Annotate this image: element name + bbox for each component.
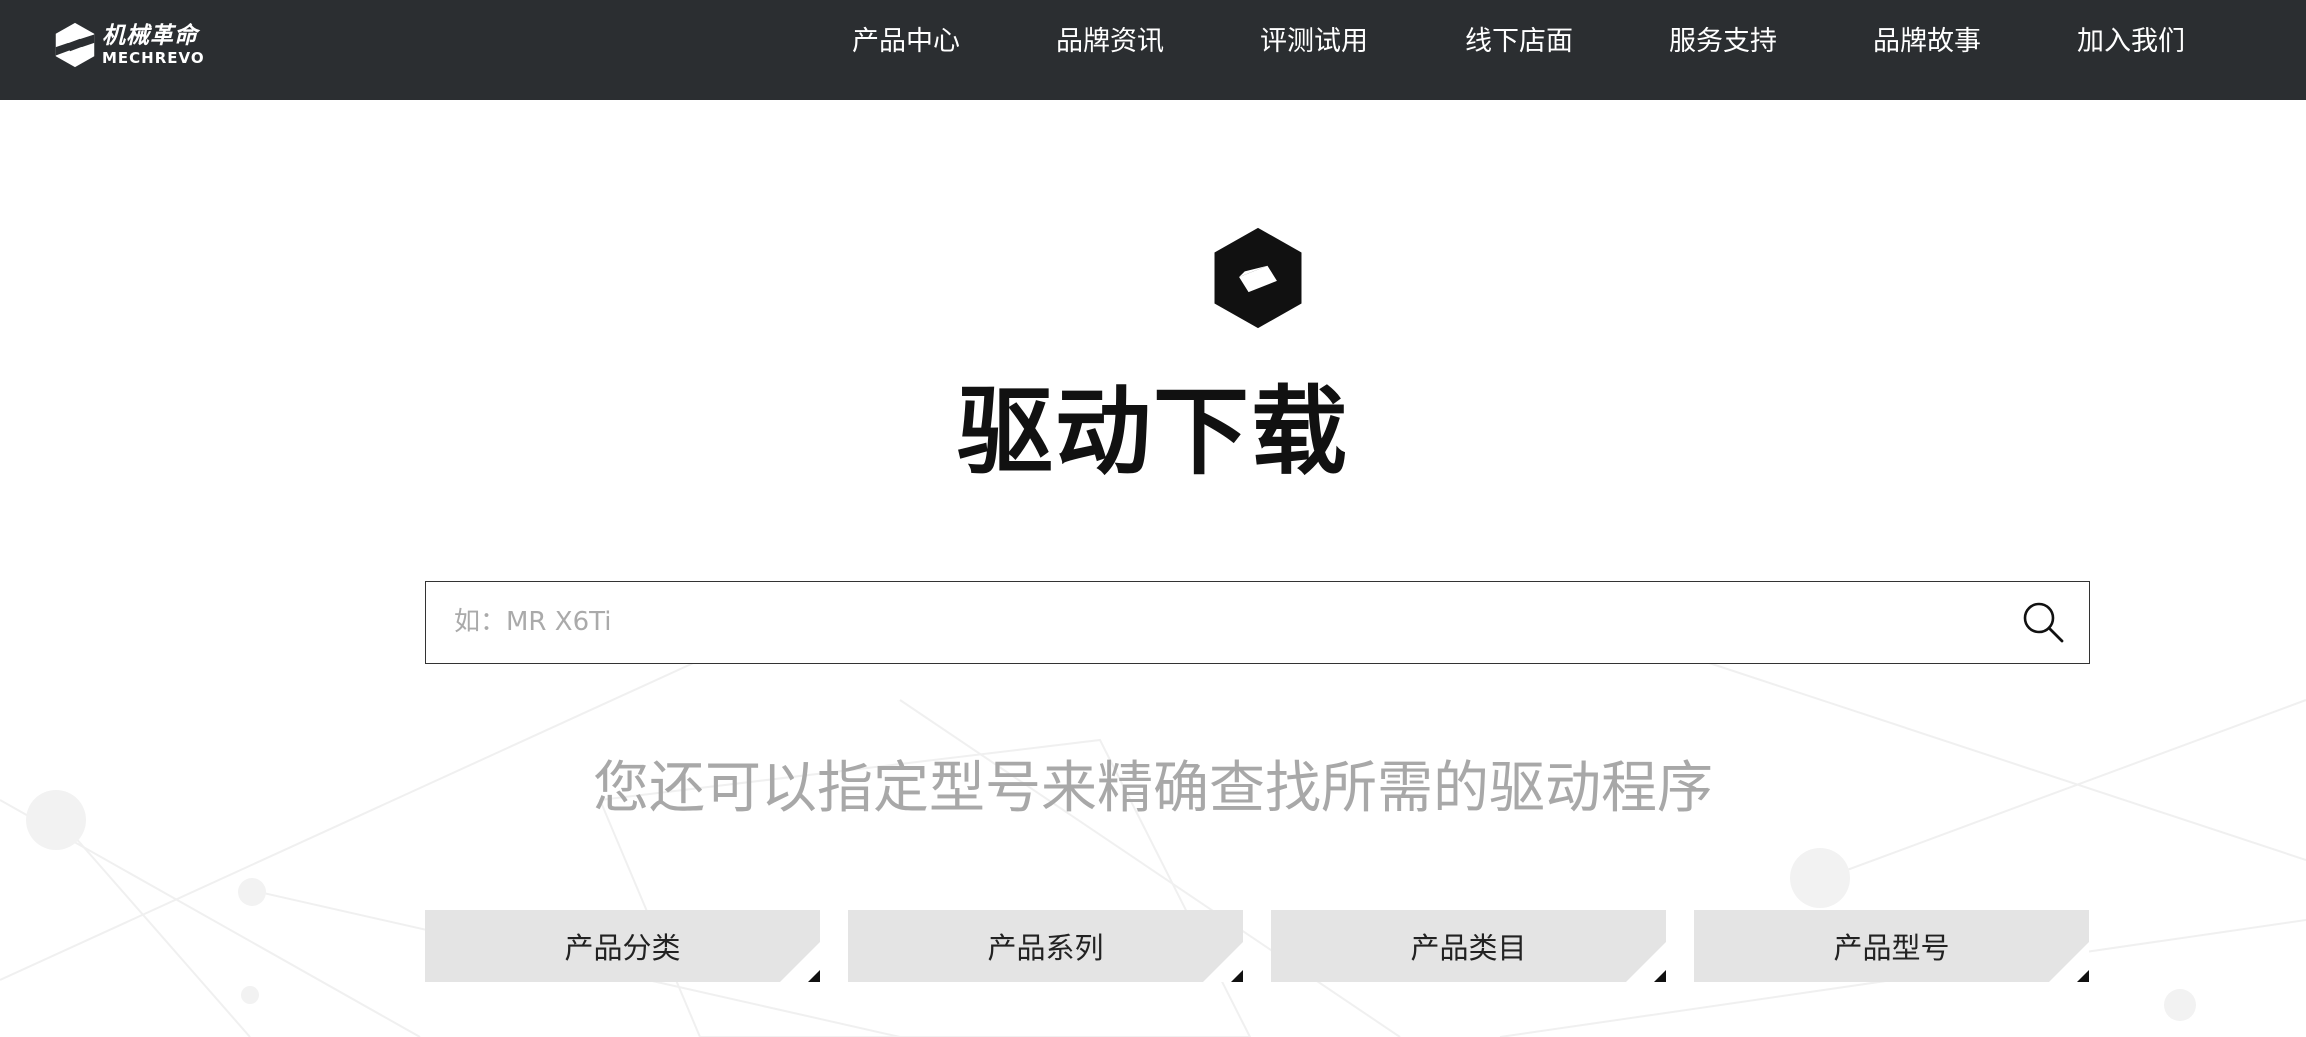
filter-product-series[interactable]: 产品系列 (848, 910, 1243, 982)
mechrevo-logo-icon (55, 22, 95, 68)
driver-search-input[interactable] (454, 582, 2014, 662)
model-search-hint: 您还可以指定型号来精确查找所需的驱动程序 (593, 756, 1713, 821)
mechrevo-emblem-icon (1214, 227, 1302, 329)
filter-product-category[interactable]: 产品分类 (425, 910, 820, 982)
driver-download-section: 驱动下载 您还可以指定型号来精确查找所需的驱动程序 产品分类 产品系列 产品类目… (0, 100, 2306, 1037)
nav-item-join-us[interactable]: 加入我们 (2077, 24, 2185, 60)
nav-item-brand-news[interactable]: 品牌资讯 (1056, 24, 1164, 60)
nav-item-support[interactable]: 服务支持 (1669, 24, 1777, 60)
filter-label: 产品分类 (564, 931, 681, 965)
background-network-pattern (0, 659, 2306, 1037)
brand-name-cn: 机械革命 (102, 22, 198, 49)
brand-name-en: MECHREVO (102, 48, 205, 67)
filter-label: 产品型号 (1833, 931, 1950, 965)
filter-label: 产品类目 (1410, 931, 1527, 965)
driver-search-box (425, 581, 2090, 664)
filter-product-model[interactable]: 产品型号 (1694, 910, 2089, 982)
dropdown-corner-icon (808, 970, 820, 982)
nav-item-products[interactable]: 产品中心 (852, 24, 960, 60)
nav-item-reviews[interactable]: 评测试用 (1260, 24, 1368, 60)
dropdown-corner-icon (1654, 970, 1666, 982)
brand-logo[interactable]: 机械革命 MECHREVO (54, 20, 214, 70)
filter-product-type[interactable]: 产品类目 (1271, 910, 1666, 982)
page-title: 驱动下载 (957, 376, 1349, 488)
top-nav-bar: 机械革命 MECHREVO 产品中心 品牌资讯 评测试用 线下店面 服务支持 品… (0, 0, 2306, 100)
nav-item-brand-story[interactable]: 品牌故事 (1873, 24, 1981, 60)
dropdown-corner-icon (2077, 970, 2089, 982)
filter-label: 产品系列 (987, 931, 1104, 965)
dropdown-corner-icon (1231, 970, 1243, 982)
search-icon[interactable] (2021, 600, 2065, 644)
nav-item-stores[interactable]: 线下店面 (1465, 24, 1573, 60)
